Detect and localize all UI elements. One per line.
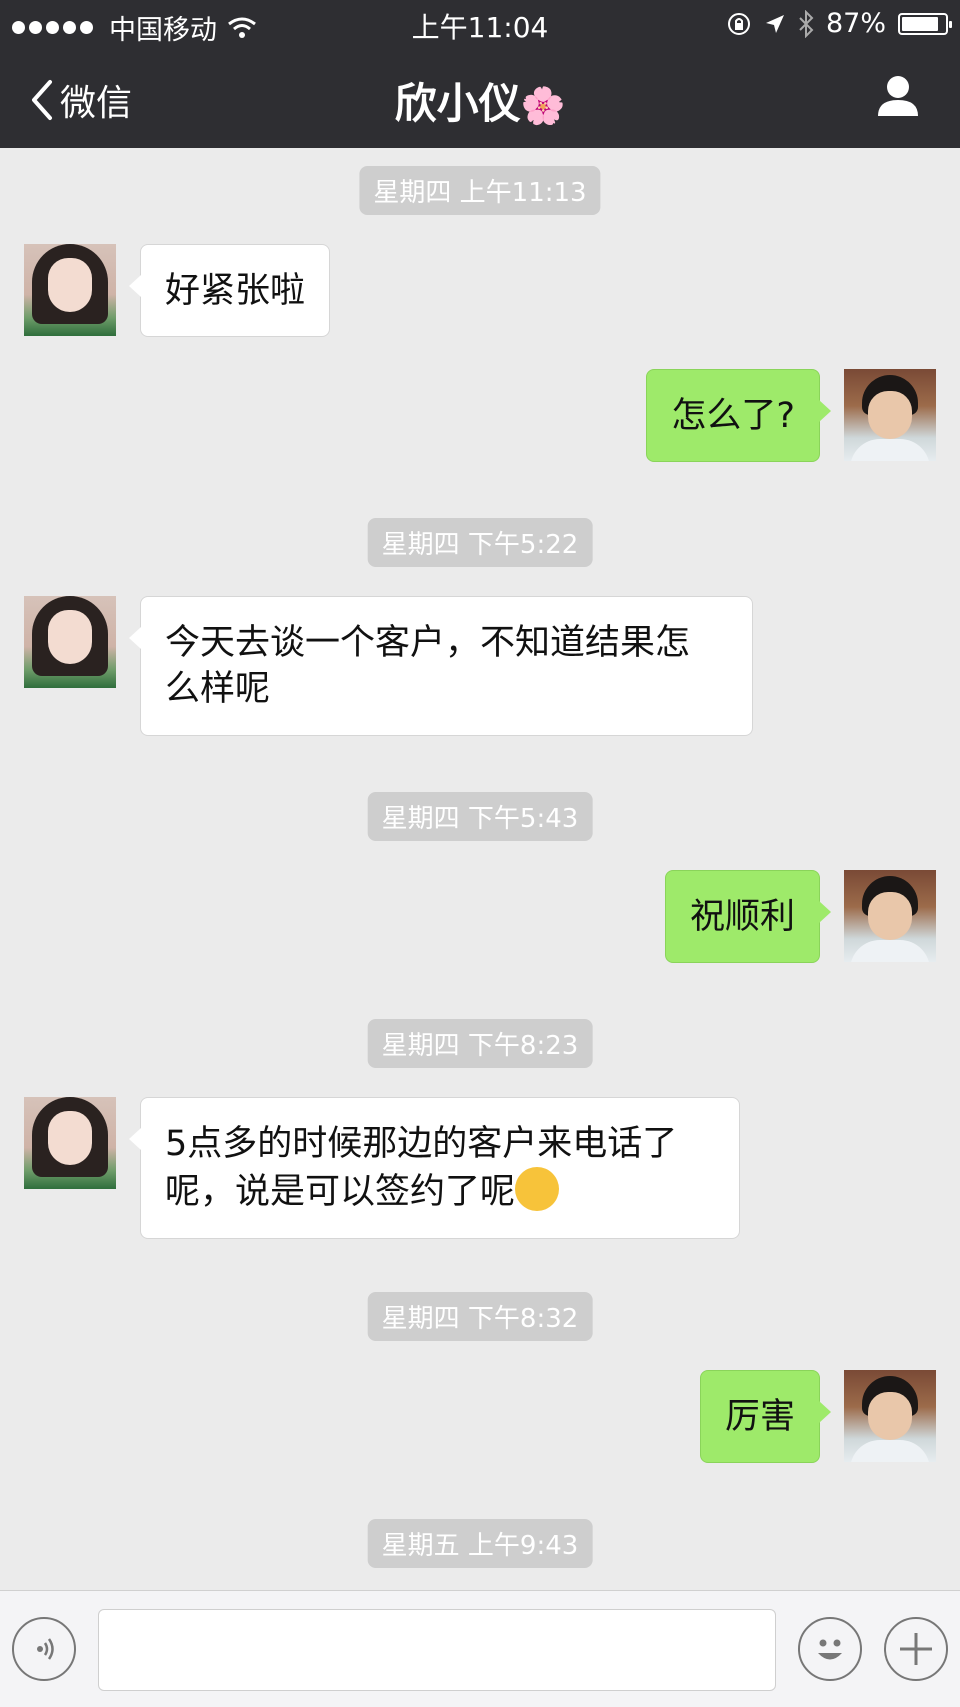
message-line: 5点多的时候那边的客户来电话了 <box>165 1124 678 1164</box>
voice-button[interactable] <box>12 1617 76 1681</box>
sent-message[interactable]: 祝顺利 <box>664 870 832 963</box>
voice-icon <box>37 1638 54 1660</box>
contact-avatar[interactable] <box>24 596 116 688</box>
chat-title: 欣小仪🌸 <box>0 70 960 131</box>
contact-name: 欣小仪 <box>394 79 521 128</box>
status-bar: 中国移动 上午11:04 87% <box>0 0 960 48</box>
battery-fill <box>902 16 939 31</box>
received-message[interactable]: 5点多的时候那边的客户来电话了 呢，说是可以签约了呢 <box>129 1097 740 1239</box>
hugging-face-emoji <box>515 1167 560 1211</box>
plus-icon <box>900 1633 932 1665</box>
sent-message[interactable]: 怎么了? <box>646 369 831 462</box>
my-avatar[interactable] <box>844 870 936 962</box>
my-avatar[interactable] <box>844 369 936 461</box>
nav-bar: 微信 欣小仪🌸 <box>0 48 960 148</box>
flower-emoji: 🌸 <box>520 86 566 127</box>
timestamp: 星期四 下午8:32 <box>367 1292 593 1341</box>
message-line: 呢，说是可以签约了呢 <box>165 1172 516 1212</box>
received-message[interactable]: 好紧张啦 <box>128 244 331 337</box>
emoji-button[interactable] <box>798 1617 862 1681</box>
battery-icon <box>898 12 952 35</box>
input-bar <box>0 1590 960 1707</box>
bluetooth-icon <box>799 9 814 38</box>
received-message[interactable]: 今天去谈一个客户，不知道结果怎 么样呢 <box>129 596 753 736</box>
location-icon <box>765 14 784 33</box>
profile-icon <box>878 76 918 116</box>
battery-percent: 87% <box>825 8 886 39</box>
emoji-icon <box>818 1639 842 1660</box>
timestamp: 星期四 下午5:43 <box>367 792 593 841</box>
timestamp: 星期四 下午5:22 <box>367 518 593 567</box>
more-button[interactable] <box>884 1617 948 1681</box>
my-avatar[interactable] <box>844 1370 936 1462</box>
timestamp: 星期五 上午9:43 <box>367 1519 593 1568</box>
message-input[interactable] <box>98 1609 776 1691</box>
timestamp: 星期四 上午11:13 <box>359 166 601 215</box>
sent-message[interactable]: 厉害 <box>699 1370 832 1463</box>
message-line: 今天去谈一个客户，不知道结果怎 <box>165 623 691 663</box>
profile-button[interactable] <box>876 74 920 120</box>
timestamp: 星期四 下午8:23 <box>367 1019 593 1068</box>
message-line: 么样呢 <box>165 669 271 709</box>
chat-area[interactable]: 星期四 上午11:13 好紧张啦 怎么了? 星期四 下午5:22 今天去谈一个客… <box>0 148 960 1590</box>
lock-rotation-icon <box>727 12 750 35</box>
contact-avatar[interactable] <box>24 244 116 336</box>
contact-avatar[interactable] <box>24 1097 116 1189</box>
